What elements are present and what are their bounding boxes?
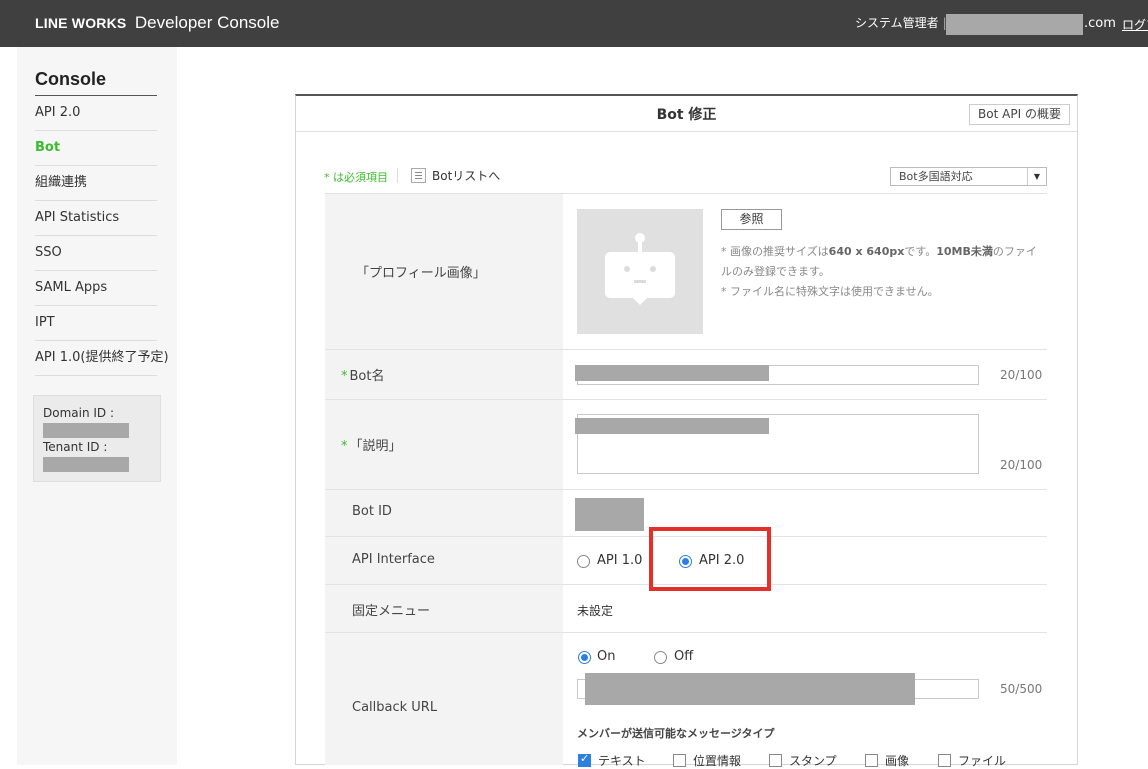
tenant-id-value-redacted [43, 457, 129, 472]
message-type-sticker-label[interactable]: スタンプ [789, 752, 837, 769]
tenant-info-box: Domain ID : Tenant ID : [33, 395, 161, 482]
bot-name-redacted [575, 365, 769, 381]
bot-id-label: Bot ID [352, 504, 392, 519]
top-bar: LINE WORKS Developer Console システム管理者 | .c… [0, 0, 1148, 47]
app-name: Developer Console [134, 13, 280, 32]
required-star: * [341, 439, 348, 454]
callback-on-radio[interactable] [578, 651, 591, 664]
message-type-image-checkbox[interactable] [865, 754, 878, 767]
sidebar: Console API 2.0 Bot 組織連携 API Statistics … [17, 47, 177, 765]
sidebar-item-bot[interactable]: Bot [35, 131, 157, 166]
page-title: Bot 修正 [656, 107, 717, 123]
bot-name-label: * Bot名 [341, 365, 384, 384]
chevron-down-icon: ▼ [1027, 168, 1046, 185]
bot-list-link[interactable]: Botリストへ [411, 167, 500, 184]
message-type-sticker-checkbox[interactable] [769, 754, 782, 767]
domain-id-value-redacted [43, 423, 129, 438]
row-divider [325, 632, 1047, 633]
list-icon [411, 168, 426, 183]
sidebar-nav: API 2.0 Bot 組織連携 API Statistics SSO SAML… [35, 96, 169, 376]
brand-name: LINE WORKS [35, 15, 127, 31]
logout-link[interactable]: ログア [1122, 16, 1148, 33]
api-1-0-radio[interactable] [577, 555, 590, 568]
sidebar-item-api-1-0[interactable]: API 1.0(提供終了予定) [35, 341, 169, 376]
sidebar-item-ipt[interactable]: IPT [35, 306, 157, 341]
row-divider [325, 349, 1047, 350]
sidebar-item-sso[interactable]: SSO [35, 236, 157, 271]
image-size-hint: * 画像の推奨サイズは640 x 640pxです。10MB未満のファイ [721, 243, 1037, 259]
sidebar-item-api-2-0[interactable]: API 2.0 [35, 96, 157, 131]
api-interface-label: API Interface [352, 552, 435, 567]
image-format-hint: ルのみ登録できます。 [721, 265, 830, 278]
description-redacted [575, 418, 769, 434]
message-type-file-checkbox[interactable] [938, 754, 951, 767]
language-select-value: Bot多国語対応 [899, 170, 973, 183]
message-type-text-checkbox[interactable] [578, 752, 591, 767]
description-label: * 「説明」 [341, 435, 402, 454]
profile-image-label: 「プロフィール画像」 [356, 266, 486, 281]
api-1-0-label[interactable]: API 1.0 [597, 553, 642, 568]
description-label-text: 「説明」 [349, 439, 402, 454]
language-select[interactable]: Bot多国語対応 ▼ [890, 167, 1047, 186]
bot-list-link-label: Botリストへ [432, 169, 501, 183]
callback-off-label[interactable]: Off [674, 649, 693, 664]
annotation-highlight-box [649, 527, 771, 591]
callback-off-radio[interactable] [654, 651, 667, 664]
redacted-email [946, 14, 1083, 35]
email-suffix: .com [1084, 16, 1116, 31]
sidebar-item-org-sync[interactable]: 組織連携 [35, 166, 157, 201]
sidebar-item-api-statistics[interactable]: API Statistics [35, 201, 157, 236]
message-type-location-label[interactable]: 位置情報 [693, 752, 741, 769]
filename-hint: * ファイル名に特殊文字は使用できません。 [721, 285, 939, 298]
hint-size: 640 x 640px [828, 245, 905, 258]
bot-id-redacted [575, 498, 644, 531]
hint-text: です。 [904, 245, 937, 258]
bot-api-overview-button[interactable]: Bot API の概要 [969, 104, 1070, 125]
required-fields-note: * は必須項目 [324, 171, 388, 184]
tenant-id-label: Tenant ID : [43, 440, 108, 454]
sidebar-item-saml-apps[interactable]: SAML Apps [35, 271, 157, 306]
bot-name-label-text: Bot名 [349, 369, 385, 384]
callback-url-redacted [585, 673, 915, 705]
message-type-label: メンバーが送信可能なメッセージタイプ [577, 727, 775, 740]
message-type-image-label[interactable]: 画像 [885, 752, 909, 769]
description-counter: 20/100 [1000, 458, 1043, 472]
domain-id-label: Domain ID : [43, 406, 115, 420]
bot-avatar-placeholder [577, 209, 703, 334]
message-type-file-label[interactable]: ファイル [958, 752, 1006, 769]
role-label: システム管理者 [855, 16, 939, 30]
hint-limit: 10MB未満 [936, 245, 993, 258]
required-star: * [341, 369, 348, 384]
panel-header-divider [296, 131, 1077, 132]
browse-button[interactable]: 参照 [721, 209, 782, 230]
hint-text: のファイ [992, 245, 1037, 258]
message-type-text-label[interactable]: テキスト [598, 752, 646, 769]
fixed-menu-label: 固定メニュー [352, 604, 431, 619]
message-type-location-checkbox[interactable] [673, 754, 686, 767]
callback-url-counter: 50/500 [1000, 682, 1043, 696]
callback-on-label[interactable]: On [597, 649, 615, 664]
toolbar-divider [397, 168, 398, 183]
user-role: システム管理者 | [855, 14, 951, 31]
callback-url-label: Callback URL [352, 700, 438, 715]
app-logo[interactable]: LINE WORKS Developer Console [35, 13, 280, 33]
sidebar-title: Console [35, 69, 107, 89]
row-divider [325, 399, 1047, 400]
row-divider [325, 489, 1047, 490]
fixed-menu-value: 未設定 [577, 604, 614, 618]
hint-text: * 画像の推奨サイズは [721, 245, 829, 258]
bot-name-counter: 20/100 [1000, 368, 1043, 382]
robot-icon [605, 233, 675, 305]
